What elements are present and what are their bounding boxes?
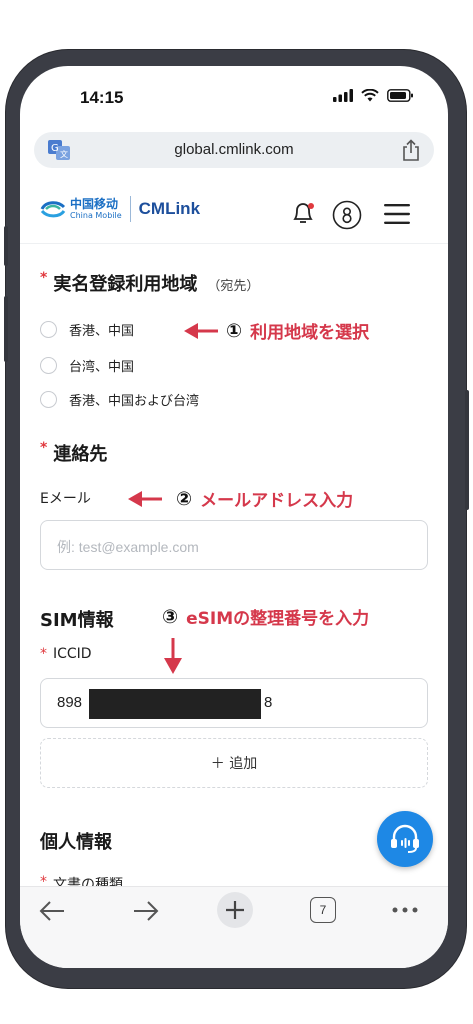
email-placeholder: 例: test@example.com [57,539,199,555]
radio-button[interactable] [40,357,57,374]
sim-section-title: SIM情報 [40,606,114,632]
contact-title-text: 連絡先 [53,444,108,465]
radio-label: 香港、中国 [69,324,135,339]
status-icons [333,89,414,102]
region-option-hongkong[interactable]: 香港、中国 [40,320,134,339]
new-tab-plus-icon[interactable] [216,891,254,929]
radio-label: 台湾、中国 [69,360,135,375]
signal-icon [333,89,353,102]
headset-icon [391,824,419,853]
phone-screen: 14:15 G 文 global.cmlink.com 中国移动 China M… [20,66,448,968]
support-chat-button[interactable] [377,811,433,867]
redaction-block [89,689,261,719]
phone-power-button [465,390,469,510]
iccid-label: * ICCID [40,646,92,662]
logo-divider [129,196,131,222]
personal-title-text: 個人情報 [40,832,112,853]
logo-cn-text: 中国移动 [70,197,119,211]
iccid-field[interactable]: 898 8 [40,678,428,728]
region-dest-text: （宛先） [207,279,260,294]
add-iccid-button[interactable]: ＋ 追加 [40,738,428,788]
bell-icon[interactable] [290,200,316,226]
required-mark: * [40,646,47,662]
annotation-1: ① 利用地域を選択 [184,318,369,343]
phone-side-button [4,226,8,266]
contact-section-title: * 連絡先 [40,440,107,466]
radio-button[interactable] [40,321,57,338]
annotation-number: ② [176,487,193,510]
site-header: 中国移动 China Mobile CMLink [20,178,448,244]
annotation-text: eSIMの整理番号を入力 [186,609,370,629]
region-section-title: * 実名登録利用地域 （宛先） [40,270,259,296]
arrow-down-icon [164,638,182,674]
share-icon[interactable] [402,139,420,161]
radio-button[interactable] [40,391,57,408]
required-mark: * [40,440,48,456]
iccid-value-prefix: 898 [57,694,83,711]
required-mark: * [40,270,48,286]
personal-section-title: 個人情報 [40,828,112,854]
annotation-number: ① [226,319,243,342]
annotation-text: メールアドレス入力 [200,491,354,511]
arrow-left-icon [128,490,162,507]
wifi-icon [361,89,379,102]
china-mobile-logo-icon [40,201,66,218]
iccid-value-suffix: 8 [264,694,273,711]
address-bar[interactable]: G 文 global.cmlink.com [34,132,434,168]
browser-toolbar: 7 [20,886,448,968]
region-option-taiwan[interactable]: 台湾、中国 [40,356,134,375]
email-label: Eメール [40,491,91,507]
annotation-3: ③ eSIMの整理番号を入力 [162,604,370,630]
sim-title-text: SIM情報 [40,610,114,631]
arrow-left-icon [184,322,218,339]
cmlink-logo[interactable]: 中国移动 China Mobile CMLink [40,196,200,222]
region-title-text: 実名登録利用地域 [53,274,198,295]
battery-icon [387,89,413,102]
annotation-number: ③ [162,605,179,628]
forward-arrow-icon[interactable] [132,899,160,923]
annotation-2: ② メールアドレス入力 [128,486,353,511]
logo-en-text: China Mobile [70,211,122,220]
back-arrow-icon[interactable] [38,899,66,923]
phone-volume-button [4,296,8,362]
menu-icon[interactable] [384,204,410,224]
tabs-count-button[interactable]: 7 [310,897,336,923]
logo-brand-text: CMLink [138,199,201,218]
annotation-text: 利用地域を選択 [250,323,370,343]
account-icon[interactable] [332,200,362,230]
status-bar: 14:15 [20,66,448,128]
status-time: 14:15 [80,88,124,107]
email-field[interactable]: 例: test@example.com [40,520,428,570]
radio-label: 香港、中国および台湾 [69,394,200,409]
more-dots-icon[interactable] [392,907,418,913]
iccid-label-text: ICCID [53,646,92,662]
region-option-both[interactable]: 香港、中国および台湾 [40,390,199,409]
url-text[interactable]: global.cmlink.com [34,141,434,158]
